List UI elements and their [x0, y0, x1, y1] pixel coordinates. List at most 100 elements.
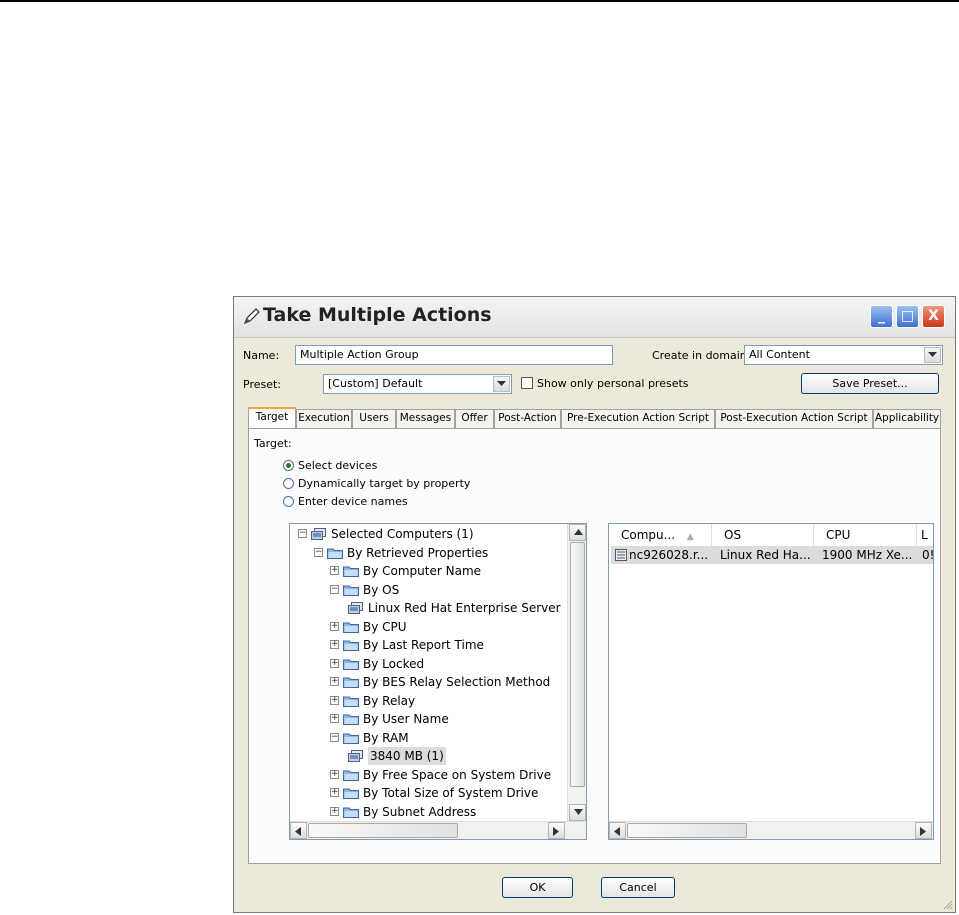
resize-grip-icon[interactable]: [943, 900, 953, 910]
minimize-button[interactable]: _: [870, 305, 893, 328]
expand-icon[interactable]: +: [330, 714, 339, 723]
cell-os: Linux Red Ha...: [720, 548, 811, 562]
expand-icon[interactable]: +: [330, 695, 339, 705]
tab-messages[interactable]: Messages: [396, 409, 455, 428]
folder-icon: [343, 696, 359, 707]
list-horizontal-scrollbar[interactable]: [609, 821, 933, 839]
tree-scroll-thumb[interactable]: [570, 542, 585, 787]
collapse-icon[interactable]: −: [330, 732, 339, 742]
tree-node[interactable]: + By Last Report Time: [290, 636, 566, 654]
tree-node[interactable]: + By User Name: [290, 710, 566, 728]
scroll-right-icon[interactable]: [915, 822, 932, 839]
expand-icon[interactable]: +: [330, 566, 339, 575]
tree-vertical-scrollbar[interactable]: [567, 524, 586, 821]
tree-node[interactable]: Linux Red Hat Enterprise Server: [290, 599, 566, 617]
tree-hscroll-thumb[interactable]: [308, 823, 458, 838]
table-row[interactable]: nc926028.r... Linux Red Ha... 1900 MHz X…: [611, 546, 933, 564]
tree-node[interactable]: − By Retrieved Properties: [290, 544, 566, 562]
maximize-icon: □: [900, 308, 915, 324]
tree-node-label: By User Name: [363, 712, 449, 726]
chevron-down-icon[interactable]: [493, 376, 510, 392]
tree-node-label: By Subnet Address: [363, 804, 477, 819]
folder-icon: [343, 677, 359, 688]
tree-node[interactable]: + By Free Space on System Drive: [290, 766, 566, 784]
tree-horizontal-scrollbar[interactable]: [290, 821, 586, 839]
folder-icon: [343, 659, 359, 670]
tree-node-label: By Relay: [363, 693, 416, 708]
save-preset-button[interactable]: Save Preset...: [801, 373, 939, 394]
tree-node[interactable]: − Selected Computers (1): [290, 525, 566, 543]
title-bar[interactable]: Take Multiple Actions _ □ X: [234, 297, 955, 338]
expand-icon[interactable]: +: [330, 640, 339, 649]
cancel-button[interactable]: Cancel: [601, 877, 675, 898]
tree-node[interactable]: + By CPU: [290, 618, 566, 636]
tab-post-execution-action-script[interactable]: Post-Execution Action Script: [715, 409, 873, 428]
expand-icon[interactable]: +: [330, 658, 339, 668]
cell-cpu: 1900 MHz Xe...: [822, 548, 913, 562]
computer-group-icon: [348, 602, 363, 614]
radio-dynamic-target[interactable]: [283, 478, 294, 489]
tree-node[interactable]: 3840 MB (1): [290, 747, 566, 765]
column-header-os[interactable]: OS: [712, 524, 814, 546]
tree-node-label: By BES Relay Selection Method: [363, 675, 551, 689]
column-header-computer-label: Compu...: [621, 528, 676, 542]
maximize-button[interactable]: □: [896, 305, 919, 328]
folder-icon: [343, 807, 359, 818]
name-input[interactable]: Multiple Action Group: [295, 345, 613, 365]
tree-node-label: By CPU: [363, 619, 407, 634]
scroll-left-icon[interactable]: [609, 822, 626, 839]
chevron-down-icon[interactable]: [924, 347, 941, 363]
column-header-cpu[interactable]: CPU: [814, 524, 917, 546]
personal-presets-checkbox[interactable]: [521, 377, 533, 389]
enter-device-names-label: Enter device names: [298, 495, 408, 508]
expand-icon[interactable]: +: [330, 769, 339, 779]
domain-select[interactable]: All Content: [744, 345, 943, 365]
radio-enter-device-names[interactable]: [283, 496, 294, 507]
collapse-icon[interactable]: −: [298, 529, 307, 538]
column-header-computer[interactable]: Compu... ▲: [609, 524, 712, 546]
tab-users[interactable]: Users: [352, 409, 396, 428]
scroll-down-icon[interactable]: [569, 804, 586, 821]
tree-node-label: By Total Size of System Drive: [363, 786, 539, 800]
scroll-up-icon[interactable]: [569, 524, 586, 541]
tree-node[interactable]: + By BES Relay Selection Method: [290, 673, 566, 691]
scroll-left-icon[interactable]: [290, 822, 307, 839]
tab-execution[interactable]: Execution: [296, 409, 352, 428]
scroll-right-icon[interactable]: [548, 822, 565, 839]
tree-node[interactable]: + By Locked: [290, 655, 566, 673]
folder-icon: [343, 770, 359, 781]
preset-select[interactable]: [Custom] Default: [323, 374, 512, 394]
radio-select-devices[interactable]: [283, 460, 294, 471]
tree-node[interactable]: − By RAM: [290, 729, 566, 747]
sort-ascending-icon: ▲: [686, 532, 694, 542]
tree-node-label: By Last Report Time: [363, 638, 484, 652]
tab-target[interactable]: Target: [248, 407, 296, 429]
tab-post-action[interactable]: Post-Action: [494, 409, 561, 428]
tree-node-label: By Free Space on System Drive: [363, 767, 552, 782]
radio-selected-dot: [286, 463, 291, 468]
preset-label: Preset:: [243, 378, 282, 391]
tree-node[interactable]: + By Subnet Address: [290, 803, 566, 821]
expand-icon[interactable]: +: [330, 677, 339, 686]
tab-applicability[interactable]: Applicability: [873, 409, 941, 428]
tree-node[interactable]: + By Computer Name: [290, 562, 566, 580]
tab-offer[interactable]: Offer: [455, 409, 494, 428]
tree-node[interactable]: + By Total Size of System Drive: [290, 784, 566, 802]
tab-pre-execution-action-script[interactable]: Pre-Execution Action Script: [561, 409, 715, 428]
computer-list[interactable]: Compu... ▲ OS CPU L nc926028.r... Linux …: [608, 523, 934, 840]
expand-icon[interactable]: +: [330, 788, 339, 797]
domain-value: All Content: [749, 348, 810, 361]
collapse-icon[interactable]: −: [330, 584, 339, 594]
collapse-icon[interactable]: −: [314, 547, 323, 557]
preset-value: [Custom] Default: [328, 377, 423, 390]
tree-node[interactable]: + By Relay: [290, 692, 566, 710]
expand-icon[interactable]: +: [330, 621, 339, 631]
ok-button[interactable]: OK: [502, 877, 573, 898]
expand-icon[interactable]: +: [330, 806, 339, 816]
close-button[interactable]: X: [922, 305, 945, 328]
list-hscroll-thumb[interactable]: [627, 823, 747, 838]
top-rule: [0, 0, 959, 2]
tree-node[interactable]: − By OS: [290, 581, 566, 599]
column-header-last[interactable]: L: [917, 524, 933, 546]
property-tree[interactable]: − Selected Computers (1) − By Retrieved Pro…: [289, 523, 587, 840]
